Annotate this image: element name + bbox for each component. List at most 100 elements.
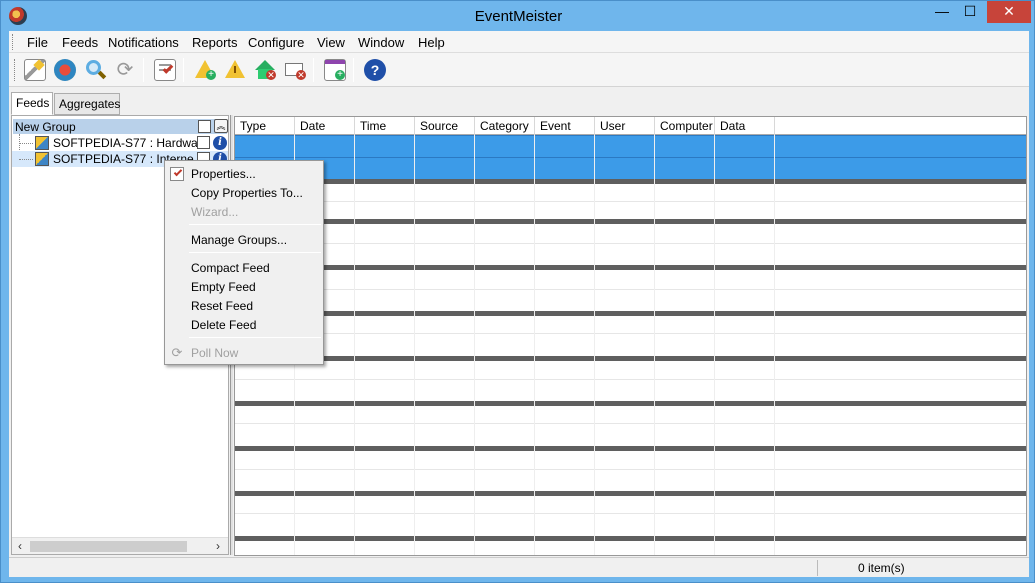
menu-reports[interactable]: Reports bbox=[192, 35, 238, 50]
checklist-icon bbox=[154, 59, 176, 81]
feed-icon bbox=[35, 152, 49, 166]
menu-configure[interactable]: Configure bbox=[248, 35, 304, 50]
group-checkbox[interactable] bbox=[198, 120, 211, 133]
minimize-button[interactable]: — bbox=[929, 1, 955, 23]
search-button[interactable] bbox=[82, 57, 108, 83]
tree-connector bbox=[19, 159, 33, 160]
menu-separator bbox=[189, 252, 321, 253]
column-data[interactable]: Data bbox=[715, 117, 775, 135]
help-button[interactable]: ? bbox=[362, 57, 388, 83]
properties-icon bbox=[170, 167, 184, 181]
warning-add-icon: + bbox=[194, 59, 216, 81]
column-gridline bbox=[714, 135, 715, 555]
wizard-button[interactable] bbox=[22, 57, 48, 83]
column-gridline bbox=[414, 135, 415, 555]
menu-empty-feed[interactable]: Empty Feed bbox=[191, 280, 256, 294]
menu-properties[interactable]: Properties... bbox=[191, 167, 256, 181]
feeds-icon bbox=[54, 59, 76, 81]
toolbar-separator bbox=[143, 58, 144, 82]
toolbar-separator bbox=[353, 58, 354, 82]
column-category[interactable]: Category bbox=[475, 117, 535, 135]
refresh-button[interactable]: ⟳ bbox=[112, 57, 138, 83]
menu-reset-feed[interactable]: Reset Feed bbox=[191, 299, 253, 313]
menu-manage-groups[interactable]: Manage Groups... bbox=[191, 233, 287, 247]
menu-separator bbox=[189, 337, 321, 338]
add-warning-button[interactable]: + bbox=[192, 57, 218, 83]
column-source[interactable]: Source bbox=[415, 117, 475, 135]
toolbar-separator bbox=[313, 58, 314, 82]
menu-view[interactable]: View bbox=[317, 35, 345, 50]
tree-group-row[interactable]: New Group ︽ bbox=[13, 119, 228, 134]
tab-feeds[interactable]: Feeds bbox=[11, 92, 53, 115]
column-time[interactable]: Time bbox=[355, 117, 415, 135]
tree-connector bbox=[19, 143, 33, 144]
column-gridline bbox=[354, 135, 355, 555]
status-divider bbox=[817, 560, 818, 576]
close-button[interactable]: ✕ bbox=[987, 1, 1031, 23]
menu-window[interactable]: Window bbox=[358, 35, 404, 50]
menu-copy-properties[interactable]: Copy Properties To... bbox=[191, 186, 303, 200]
menu-grip[interactable] bbox=[12, 34, 15, 50]
grid-header: Type Date Time Source Category Event Use… bbox=[235, 117, 1026, 135]
collapse-icon[interactable]: ︽ bbox=[214, 119, 228, 133]
menu-poll-now[interactable]: Poll Now bbox=[191, 346, 238, 360]
warning-icon bbox=[224, 59, 246, 81]
window-add-icon: + bbox=[324, 59, 346, 81]
new-window-button[interactable]: + bbox=[322, 57, 348, 83]
scroll-right-arrow-icon[interactable]: › bbox=[210, 538, 226, 554]
column-gridline bbox=[534, 135, 535, 555]
info-icon[interactable]: i bbox=[213, 136, 227, 150]
menu-delete-feed[interactable]: Delete Feed bbox=[191, 318, 256, 332]
column-gridline bbox=[594, 135, 595, 555]
window-title: EventMeister bbox=[474, 8, 563, 25]
column-gridline bbox=[474, 135, 475, 555]
checklist-button[interactable] bbox=[152, 57, 178, 83]
poll-icon: ⟳ bbox=[171, 345, 183, 360]
column-event[interactable]: Event bbox=[535, 117, 595, 135]
app-window: EventMeister — ☐ ✕ File Feeds Notificati… bbox=[0, 0, 1035, 583]
column-gridline bbox=[654, 135, 655, 555]
events-grid: Type Date Time Source Category Event Use… bbox=[234, 116, 1027, 556]
mail-delete-button[interactable]: ✕ bbox=[282, 57, 308, 83]
warning-button[interactable] bbox=[222, 57, 248, 83]
column-gridline bbox=[774, 135, 775, 555]
column-computer[interactable]: Computer bbox=[655, 117, 715, 135]
column-user[interactable]: User bbox=[595, 117, 655, 135]
scroll-thumb[interactable] bbox=[30, 541, 187, 552]
left-tabs: Feeds Aggregates bbox=[9, 92, 229, 115]
home-add-icon: ✕ bbox=[254, 59, 276, 81]
menu-bar: File Feeds Notifications Reports Configu… bbox=[9, 31, 1029, 53]
menu-help[interactable]: Help bbox=[418, 35, 445, 50]
horizontal-scrollbar[interactable]: ‹ › bbox=[12, 537, 228, 554]
feed-icon bbox=[35, 136, 49, 150]
toolbar-grip[interactable] bbox=[14, 59, 17, 81]
feeds-button[interactable] bbox=[52, 57, 78, 83]
mail-delete-icon: ✕ bbox=[284, 59, 306, 81]
tree-feed-row[interactable]: SOFTPEDIA-S77 : Hardwa... i bbox=[12, 135, 228, 151]
menu-separator bbox=[189, 224, 321, 225]
tab-aggregates[interactable]: Aggregates bbox=[54, 93, 120, 115]
toolbar-separator bbox=[183, 58, 184, 82]
help-icon: ? bbox=[364, 59, 386, 81]
menu-notifications[interactable]: Notifications bbox=[108, 35, 179, 50]
column-date[interactable]: Date bbox=[295, 117, 355, 135]
group-label: New Group bbox=[15, 120, 76, 134]
feed-label: SOFTPEDIA-S77 : Hardwa... bbox=[53, 136, 197, 150]
menu-compact-feed[interactable]: Compact Feed bbox=[191, 261, 270, 275]
maximize-button[interactable]: ☐ bbox=[957, 1, 983, 23]
menu-wizard[interactable]: Wizard... bbox=[191, 205, 238, 219]
title-bar[interactable]: EventMeister — ☐ ✕ bbox=[1, 1, 1035, 31]
column-type[interactable]: Type bbox=[235, 117, 295, 135]
home-add-button[interactable]: ✕ bbox=[252, 57, 278, 83]
search-icon bbox=[84, 59, 107, 81]
wizard-wand-icon bbox=[24, 59, 46, 81]
menu-feeds[interactable]: Feeds bbox=[62, 35, 98, 50]
context-menu: Properties... Copy Properties To... Wiza… bbox=[164, 160, 324, 365]
refresh-icon: ⟳ bbox=[116, 59, 134, 81]
menu-file[interactable]: File bbox=[27, 35, 48, 50]
status-bar: 0 item(s) bbox=[9, 557, 1029, 577]
scroll-left-arrow-icon[interactable]: ‹ bbox=[12, 538, 28, 554]
item-count: 0 item(s) bbox=[858, 561, 905, 575]
toolbar: ⟳ + ✕ ✕ + ? bbox=[9, 53, 1029, 87]
feed-checkbox[interactable] bbox=[197, 136, 210, 149]
